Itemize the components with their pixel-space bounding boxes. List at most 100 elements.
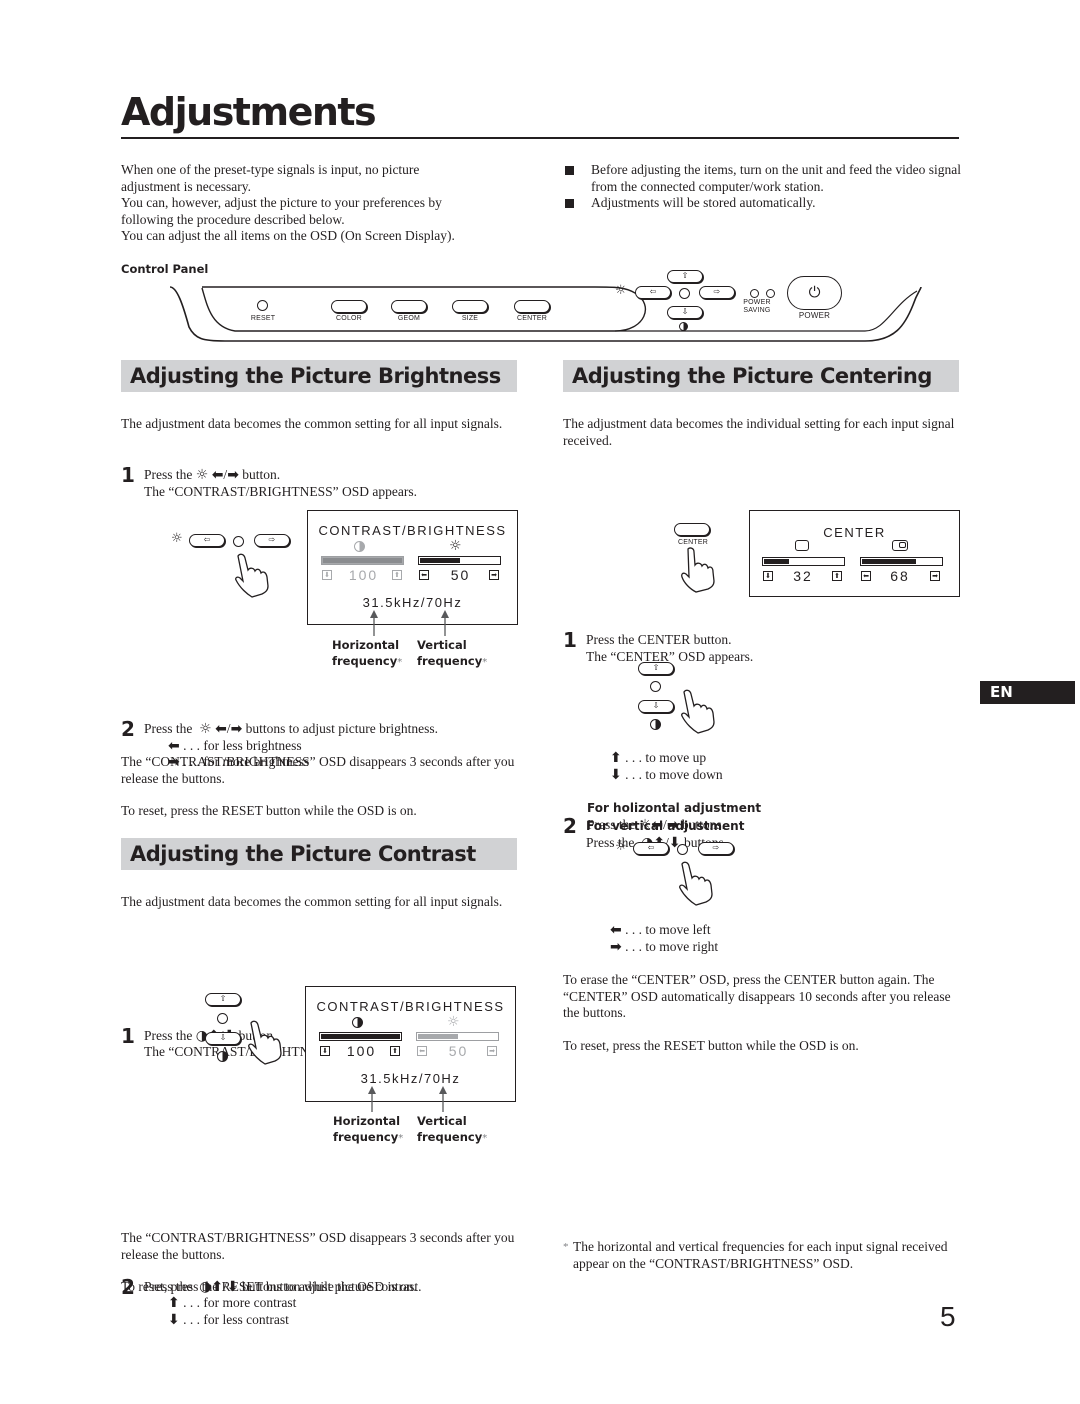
bullet-item: Before adjusting the items, turn on the … xyxy=(563,162,963,195)
contrast-icon xyxy=(679,322,688,331)
contrast-heading: Adjusting the Picture Contrast xyxy=(121,838,517,870)
power-label: POWER xyxy=(798,311,831,320)
center-led xyxy=(677,844,688,855)
arrow-up-icon: ⬆ xyxy=(610,750,622,766)
down-button[interactable]: ⇩ xyxy=(638,700,674,713)
sun-icon: ☼ xyxy=(449,538,462,554)
up-button[interactable]: ⇧ xyxy=(667,270,703,283)
centering-step-1: 1 Press the CENTER button. The “CENTER” … xyxy=(563,628,963,665)
frequency-pointer-arrows xyxy=(370,610,449,636)
power-saving-label: POWER SAVING xyxy=(743,299,771,314)
bullet-list: Before adjusting the items, turn on the … xyxy=(563,162,963,212)
arrow-left-icon: ⇦ xyxy=(647,843,655,852)
up-button[interactable]: ⇧ xyxy=(638,662,674,675)
reset-led xyxy=(257,300,268,311)
footnote-star: * xyxy=(563,1241,569,1253)
brightness-step-1: 1 Press the ☼ ⬅/➡ button. The “CONTRAST/… xyxy=(121,464,531,500)
contrast-value: 100 xyxy=(346,1043,377,1059)
centering-intro: The adjustment data becomes the individu… xyxy=(563,416,955,448)
size-label: SIZE xyxy=(461,315,479,322)
arrow-up-icon: ⇧ xyxy=(652,663,660,672)
center-led xyxy=(650,681,661,692)
pointing-hand-icon xyxy=(681,689,715,734)
arrow-down-icon: ⬇ xyxy=(322,570,332,580)
power-button[interactable]: ⏻ xyxy=(787,276,842,310)
legend-text: . . . to move left xyxy=(625,922,711,937)
contrast-buttons-illustration: ⇧ ⇩ xyxy=(203,992,303,1072)
arrow-left-icon: ⬅ xyxy=(168,737,180,754)
bullet-text: Adjustments will be stored automatically… xyxy=(591,195,816,210)
geom-label: GEOM xyxy=(397,315,421,322)
size-button[interactable] xyxy=(452,300,488,313)
pointing-hand-icon xyxy=(235,553,269,598)
centering-heading: Adjusting the Picture Centering xyxy=(563,360,959,392)
intro-line: adjustment is necessary. xyxy=(121,178,251,194)
legend-text: . . . to move right xyxy=(625,938,719,954)
vertical-position-icon xyxy=(795,540,809,551)
step-text: The “CONTRAST/BRIGHTNESS” OSD appears. xyxy=(144,483,417,499)
arrow-right-icon: ➡ xyxy=(489,570,499,580)
arrow-left-icon: ⇦ xyxy=(649,287,657,296)
arrow-left-icon: ⬅ xyxy=(419,570,429,580)
center-button[interactable] xyxy=(514,300,550,313)
vertical-legend: ⬆ . . . to move up ⬇ . . . to move down xyxy=(610,750,910,783)
arrow-left-icon: ⬅ xyxy=(215,721,227,737)
contrast-level-bar xyxy=(319,1032,402,1041)
horizontal-buttons-illustration: ☼ ⇦ ⇨ xyxy=(614,838,744,908)
right-button[interactable]: ⇨ xyxy=(254,534,290,547)
arrow-right-icon: ➡ xyxy=(230,721,243,737)
sun-icon: ☼ xyxy=(615,283,627,298)
vertical-frequency-label: Vertical frequency* xyxy=(417,638,488,668)
arrow-left-icon: ⬅ xyxy=(211,467,224,483)
up-button[interactable]: ⇧ xyxy=(205,993,241,1006)
arrow-right-icon: ⇨ xyxy=(268,535,276,544)
step-number: 1 xyxy=(563,628,577,652)
brightness-intro: The adjustment data becomes the common s… xyxy=(121,416,503,431)
bullet-text: Before adjusting the items, turn on the … xyxy=(591,162,962,194)
left-button[interactable]: ⇦ xyxy=(635,286,671,299)
right-button[interactable]: ⇨ xyxy=(698,842,734,855)
right-button[interactable]: ⇨ xyxy=(699,286,735,299)
left-button[interactable]: ⇦ xyxy=(633,842,669,855)
contrast-level-fill xyxy=(323,558,402,563)
arrow-down-icon: ⇩ xyxy=(681,307,689,316)
geom-button[interactable] xyxy=(391,300,427,313)
center-osd: CENTER ⬇ 32 ⬆ ⬅ 68 ➡ xyxy=(749,510,960,597)
arrow-right-icon: ⇨ xyxy=(713,287,721,296)
horizontal-value: 68 xyxy=(890,568,910,584)
horizontal-level-bar xyxy=(860,557,943,566)
brightness-heading: Adjusting the Picture Brightness xyxy=(121,360,517,392)
brightness-value: 50 xyxy=(450,567,471,583)
down-button[interactable]: ⇩ xyxy=(205,1032,241,1045)
brightness-level-bar xyxy=(418,556,501,565)
contrast-icon xyxy=(352,1017,363,1028)
arrow-up-icon: ⇧ xyxy=(681,271,689,280)
contrast-level-bar xyxy=(321,556,404,565)
center-button[interactable] xyxy=(674,523,710,536)
intro-text: When one of the preset-type signals is i… xyxy=(121,162,541,245)
left-button[interactable]: ⇦ xyxy=(189,534,225,547)
arrow-right-icon: ➡ xyxy=(227,467,239,483)
contrast-value: 100 xyxy=(348,567,379,583)
pointing-hand-icon xyxy=(679,861,713,906)
step-text: buttons to adjust picture brightness. xyxy=(245,721,439,736)
color-button[interactable] xyxy=(331,300,367,313)
center-led xyxy=(233,536,244,547)
arrow-up-icon: ⬆ xyxy=(390,1046,400,1056)
arrow-right-icon: ➡ xyxy=(666,816,679,833)
centering-reset-note: To reset, press the RESET button while t… xyxy=(563,1038,859,1053)
control-center-led xyxy=(679,288,690,299)
arrow-down-icon: ⬇ xyxy=(168,1311,180,1328)
center-label: CENTER xyxy=(517,315,547,322)
arrow-right-icon: ➡ xyxy=(930,571,940,581)
horizontal-legend: ⬅ . . . to move left ➡ . . . to move rig… xyxy=(610,922,910,955)
down-button[interactable]: ⇩ xyxy=(667,306,703,319)
step-text: Press the xyxy=(587,816,636,832)
vertical-level-fill xyxy=(764,559,789,564)
center-button-illustration: CENTER xyxy=(670,520,730,595)
sun-icon: ☼ xyxy=(615,839,627,854)
title-rule xyxy=(121,137,959,139)
color-label: COLOR xyxy=(336,315,362,322)
osd-title: CONTRAST/BRIGHTNESS xyxy=(316,999,505,1014)
reset-label: RESET xyxy=(250,315,276,322)
